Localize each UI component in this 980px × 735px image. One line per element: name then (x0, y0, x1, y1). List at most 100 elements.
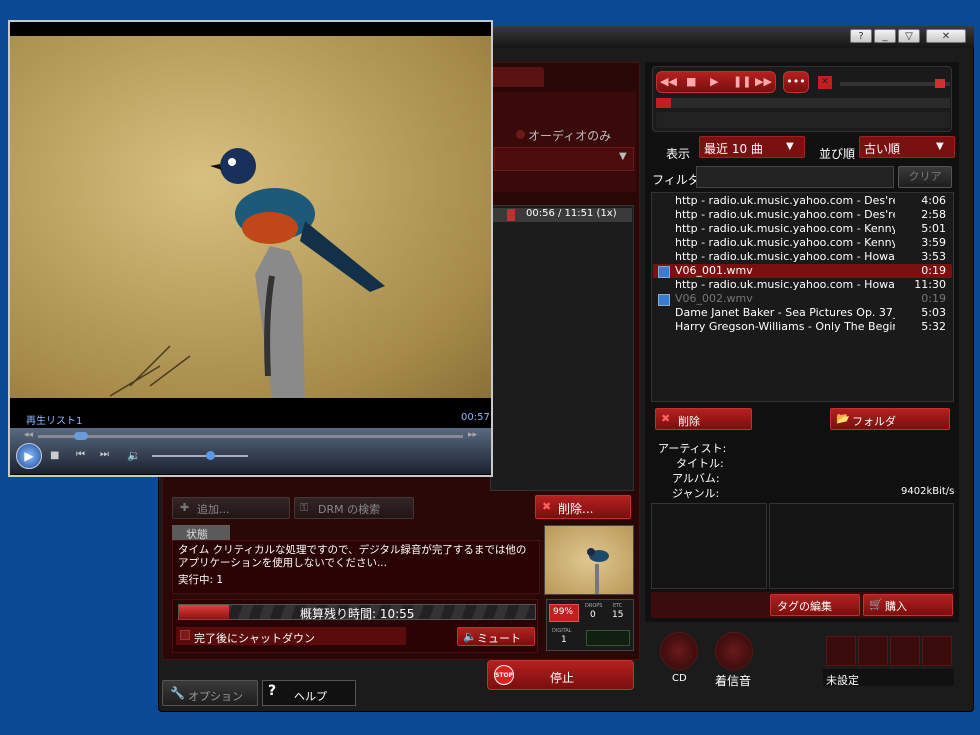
album-label: アルバム: (672, 472, 720, 485)
options-label: オプション (188, 690, 243, 703)
film-icon (658, 294, 670, 306)
stop-icon: STOP (494, 665, 514, 685)
video-thumbnail (544, 525, 634, 595)
help-window-button[interactable]: ? (850, 29, 872, 43)
track-duration: 3:59 (921, 236, 946, 249)
playlist-row[interactable]: V06_001.wmv 0:19 (653, 264, 952, 278)
x-icon: ✖ (661, 412, 671, 425)
chevron-down-icon: ▼ (619, 151, 627, 162)
audio-only-radio[interactable] (516, 130, 525, 139)
digital-value: 1 (561, 635, 567, 645)
fast-forward-icon[interactable]: ▶▶ (755, 75, 772, 88)
playlist-row[interactable]: Dame Janet Baker - Sea Pictures Op. 37_ … (653, 306, 952, 320)
stop-playback-icon[interactable]: ■ (686, 75, 696, 88)
add-button[interactable] (172, 497, 290, 519)
filter-input[interactable] (696, 166, 894, 188)
more-button[interactable]: ••• (783, 71, 809, 93)
chevron-down-icon: ▼ (936, 141, 944, 152)
cd-label: CD (672, 673, 687, 684)
display-label: 表示 (666, 147, 691, 161)
device-button-4[interactable] (922, 636, 952, 666)
track-duration: 2:58 (921, 208, 946, 221)
film-icon (658, 266, 670, 278)
seek-forward-icon[interactable]: ▸▸ (468, 430, 477, 440)
playlist-row[interactable]: http - radio.uk.music.yahoo.com - Howard… (653, 250, 952, 264)
video-play-icon[interactable]: ▶ (16, 443, 42, 469)
etc-value: 15 (612, 610, 624, 620)
etc-label: ETC (613, 603, 623, 609)
close-button[interactable]: ✕ (926, 29, 966, 43)
playlist-row[interactable]: Harry Gregson-Williams - Only The Beginn… (653, 320, 952, 334)
title-label: タイトル: (676, 457, 724, 470)
playlist-row[interactable]: http - radio.uk.music.yahoo.com - Kenny … (653, 222, 952, 236)
buy-label: 購入 (885, 600, 907, 613)
track-title: Harry Gregson-Williams - Only The Beginn… (675, 320, 895, 333)
tab-header[interactable] (490, 67, 544, 87)
minimize-button[interactable]: _ (874, 29, 896, 43)
cart-icon: 🛒 (869, 598, 883, 611)
playback-progress[interactable] (656, 98, 950, 108)
device-button-3[interactable] (890, 636, 920, 666)
pause-icon[interactable]: ❚❚ (733, 75, 751, 88)
collapse-button[interactable]: ▽ (898, 29, 920, 43)
shutdown-checkbox[interactable] (180, 630, 190, 640)
volume-slider[interactable] (840, 79, 950, 88)
bird-image (109, 148, 385, 398)
playlist-row[interactable]: V06_002.wmv 0:19 (653, 292, 952, 306)
device-button-2[interactable] (858, 636, 888, 666)
filter-label: フィルタ (652, 173, 700, 187)
device-button-1[interactable] (826, 636, 856, 666)
format-dropdown[interactable] (494, 147, 634, 171)
video-volume-slider[interactable] (152, 451, 248, 460)
folder-label: フォルダ (852, 415, 896, 428)
rewind-icon[interactable]: ◀◀ (660, 75, 677, 88)
video-time: 00:57 (461, 412, 490, 423)
track-duration: 11:30 (914, 278, 946, 291)
previous-icon[interactable]: ⏮ (76, 449, 85, 460)
drops-label: DROPS (585, 603, 603, 609)
delete-track-label: 削除 (678, 415, 700, 428)
track-title: http - radio.uk.music.yahoo.com - Howard… (675, 250, 895, 263)
track-time: 00:56 / 11:51 (1x) (526, 208, 617, 219)
track-duration: 5:32 (921, 320, 946, 333)
playlist-row[interactable]: http - radio.uk.music.yahoo.com - Des're… (653, 194, 952, 208)
track-duration: 4:06 (921, 194, 946, 207)
delete-recording-label: 削除... (558, 502, 594, 516)
video-seek-bar[interactable] (38, 432, 463, 440)
ringtone-icon[interactable] (715, 632, 753, 670)
recording-progress (507, 209, 515, 221)
seek-back-icon[interactable]: ◂◂ (24, 430, 33, 440)
track-title: http - radio.uk.music.yahoo.com - Kenny … (675, 222, 895, 235)
recording-list[interactable] (490, 205, 634, 491)
volume-icon[interactable]: 🔉 (127, 449, 141, 462)
bitrate: 9402kBit/s (901, 486, 955, 497)
quality-value: 99% (553, 607, 574, 617)
play-icon[interactable]: ▶ (710, 75, 718, 88)
sort-label: 並び順 (819, 147, 856, 161)
plus-icon: ✚ (180, 501, 190, 514)
playlist-row[interactable]: http - radio.uk.music.yahoo.com - Kenny … (653, 236, 952, 250)
help-label: ヘルプ (294, 690, 327, 703)
add-button-label: 追加... (197, 503, 230, 516)
drm-icon: ⚿ (300, 501, 309, 514)
wrench-icon: 🔧 (170, 686, 185, 700)
track-title: Dame Janet Baker - Sea Pictures Op. 37_ … (675, 306, 895, 319)
clear-button[interactable]: クリア (898, 166, 952, 188)
playlist-rows: http - radio.uk.music.yahoo.com - Des're… (653, 194, 952, 334)
video-frame (10, 36, 491, 398)
playlist-row[interactable]: http - radio.uk.music.yahoo.com - Des're… (653, 208, 952, 222)
question-icon: ? (268, 683, 277, 699)
drops-value: 0 (590, 610, 596, 620)
chevron-down-icon: ▼ (786, 141, 794, 152)
mute-label: ミュート (477, 632, 521, 645)
track-duration: 5:03 (921, 306, 946, 319)
next-icon[interactable]: ⏭ (100, 449, 109, 460)
track-duration: 0:19 (921, 264, 946, 277)
mute-speaker-icon[interactable]: ✕ (818, 76, 832, 89)
cd-icon[interactable] (660, 632, 698, 670)
video-stop-icon[interactable]: ■ (50, 450, 59, 461)
playlist-name: 再生リスト1 (26, 416, 83, 427)
info-display (656, 112, 950, 128)
playlist-row[interactable]: http - radio.uk.music.yahoo.com - Howard… (653, 278, 952, 292)
folder-icon: 📂 (836, 412, 850, 425)
